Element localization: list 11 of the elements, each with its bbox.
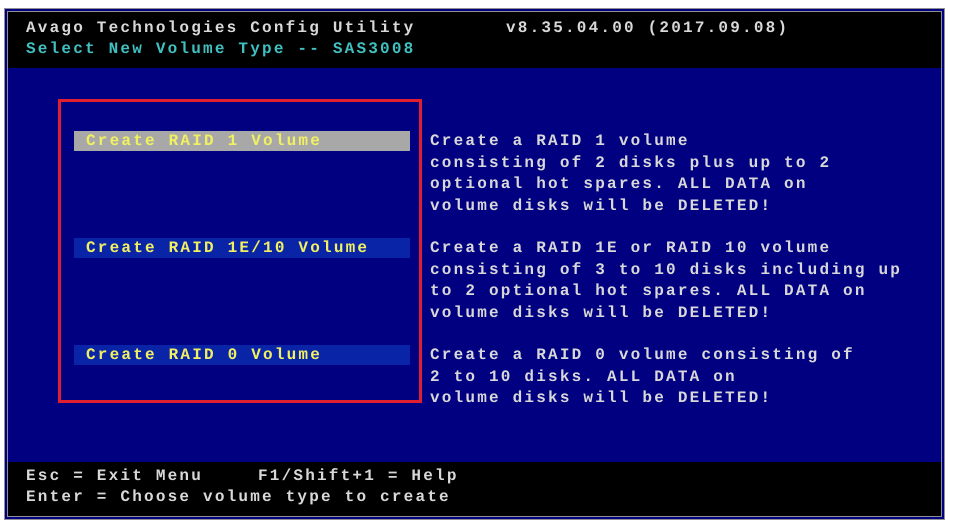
screen-subtitle: Select New Volume Type -- SAS3008 <box>26 39 416 60</box>
menu-item-description: Create a RAID 0 volume consisting of 2 to 10 disks. ALL DATA on volume disks will be DELETED! <box>430 345 855 409</box>
version-text: v8.35.04.00 (2017.09.08) <box>506 18 790 39</box>
utility-title: Avago Technologies Config Utility <box>26 18 416 39</box>
key-hint: Enter = Choose volume type to create <box>26 487 452 508</box>
key-hint: F1/Shift+1 = Help <box>258 466 460 487</box>
key-hint: Esc = Exit Menu <box>26 466 204 487</box>
menu-item-description: Create a RAID 1E or RAID 10 volume consisting of 3 to 10 disks including up to 2 optional hot spares. ALL DATA on volume disks will be DELETED! <box>430 238 902 324</box>
menu-item[interactable]: Create RAID 1E/10 Volume <box>74 238 410 258</box>
menu-item[interactable]: Create RAID 0 Volume <box>74 345 410 365</box>
menu-item-description: Create a RAID 1 volume consisting of 2 disks plus up to 2 optional hot spares. ALL DATA on volume disks will be DELETED! <box>430 131 832 216</box>
